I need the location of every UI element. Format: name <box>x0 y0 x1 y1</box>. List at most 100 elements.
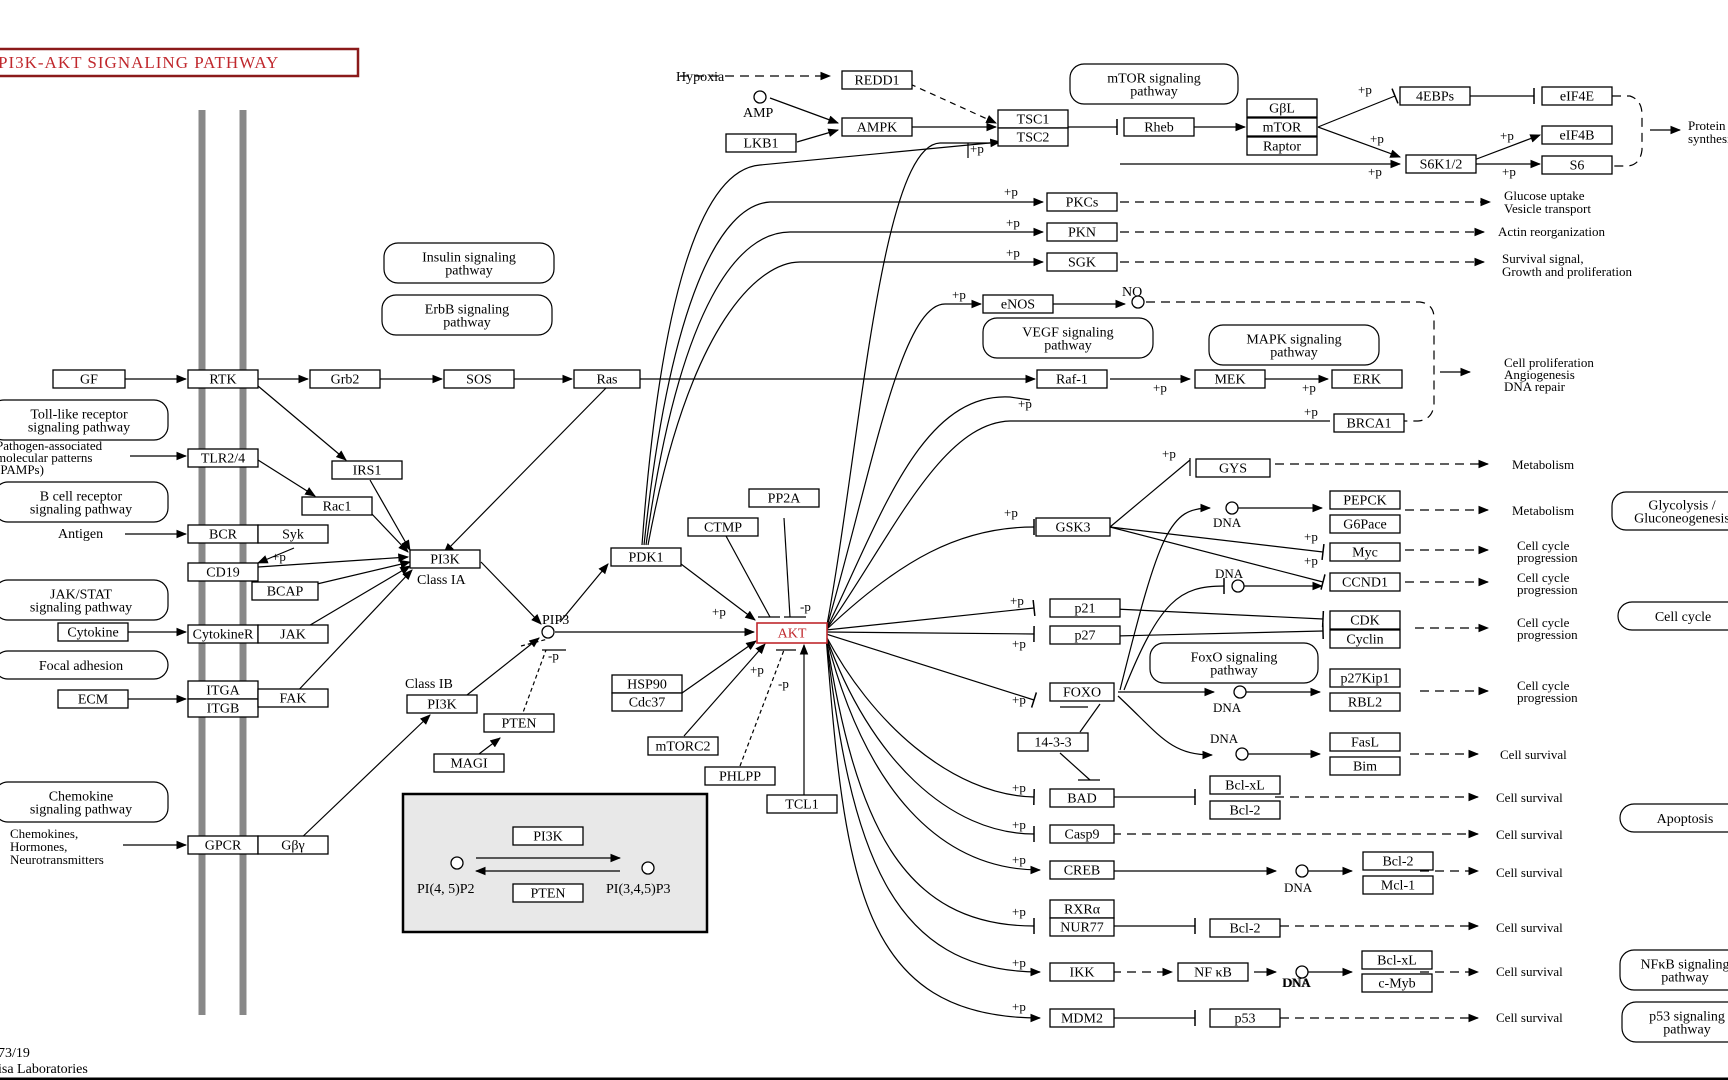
gene-node-fak[interactable]: FAK <box>257 688 329 708</box>
pathway-link-p53[interactable]: p53 signalingpathway <box>1621 1001 1728 1043</box>
gene-node-bad[interactable]: BAD <box>1049 788 1115 808</box>
gene-node-mtor[interactable]: mTOR <box>1246 117 1318 137</box>
gene-node-redd1[interactable]: REDD1 <box>841 70 913 90</box>
gene-node-cytokine[interactable]: Cytokine <box>57 622 129 642</box>
gene-node-mek[interactable]: MEK <box>1194 369 1266 389</box>
gene-node-tlr[interactable]: TLR2/4 <box>187 448 259 468</box>
gene-node-pi3k-ia[interactable]: PI3K <box>409 549 481 569</box>
gene-node-nur77[interactable]: NUR77 <box>1049 917 1115 937</box>
pathway-link-mapk[interactable]: MAPK signalingpathway <box>1208 324 1380 366</box>
gene-node-itga[interactable]: ITGA <box>187 680 259 700</box>
gene-node-pepck[interactable]: PEPCK <box>1329 490 1401 510</box>
gene-node-bcl2-2[interactable]: Bcl-2 <box>1362 851 1434 871</box>
pathway-link-focal[interactable]: Focal adhesion <box>0 650 169 680</box>
gene-node-foxo[interactable]: FOXO <box>1049 682 1115 702</box>
gene-node-s6k[interactable]: S6K1/2 <box>1405 154 1477 174</box>
gene-node-ikk[interactable]: IKK <box>1049 962 1115 982</box>
gene-node-tsc1[interactable]: TSC1 <box>997 109 1069 129</box>
gene-node-p27[interactable]: p27 <box>1049 625 1121 645</box>
gene-node-lkb1[interactable]: LKB1 <box>725 133 797 153</box>
gene-node-box-pi3k[interactable]: PI3K <box>512 826 584 846</box>
gene-node-nfkb[interactable]: NF κB <box>1177 962 1249 982</box>
gene-node-erk[interactable]: ERK <box>1331 369 1403 389</box>
gene-node-myc[interactable]: Myc <box>1329 542 1401 562</box>
pathway-link-cellcycle[interactable]: Cell cycle <box>1617 601 1728 631</box>
gene-node-cytokiner[interactable]: CytokineR <box>187 624 259 644</box>
gene-node-raptor[interactable]: Raptor <box>1246 136 1318 156</box>
gene-node-irs1[interactable]: IRS1 <box>331 460 403 480</box>
gene-node-bcl2-3[interactable]: Bcl-2 <box>1209 918 1281 938</box>
gene-node-ecm[interactable]: ECM <box>57 689 129 709</box>
gene-node-p27kip1[interactable]: p27Kip1 <box>1329 668 1401 688</box>
gene-node-bcl2-1[interactable]: Bcl-2 <box>1209 800 1281 820</box>
gene-node-eif4e[interactable]: eIF4E <box>1541 86 1613 106</box>
gene-node-gys[interactable]: GYS <box>1195 458 1271 478</box>
gene-node-eif4b[interactable]: eIF4B <box>1541 125 1613 145</box>
gene-node-pkcs[interactable]: PKCs <box>1046 192 1118 212</box>
gene-node-cdc37[interactable]: Cdc37 <box>611 692 683 712</box>
gene-node-bim[interactable]: Bim <box>1329 756 1401 776</box>
gene-node-box-pten[interactable]: PTEN <box>512 883 584 903</box>
gene-node-rxra[interactable]: RXRα <box>1049 899 1115 919</box>
gene-node-pkn[interactable]: PKN <box>1046 222 1118 242</box>
gene-node-cyclin[interactable]: Cyclin <box>1329 629 1401 649</box>
gene-node-gf[interactable]: GF <box>52 369 126 389</box>
gene-node-casp9[interactable]: Casp9 <box>1049 824 1115 844</box>
gene-node-brca1[interactable]: BRCA1 <box>1333 413 1405 433</box>
gene-node-rheb[interactable]: Rheb <box>1123 117 1195 137</box>
gene-node-mcl1[interactable]: Mcl-1 <box>1362 875 1434 895</box>
pathway-link-toll[interactable]: Toll-like receptorsignaling pathway <box>0 399 169 441</box>
pathway-link-erbb[interactable]: ErbB signalingpathway <box>381 294 553 336</box>
gene-node-g6pace[interactable]: G6Pace <box>1329 514 1401 534</box>
gene-node-p21[interactable]: p21 <box>1049 598 1121 618</box>
gene-node-rbl2[interactable]: RBL2 <box>1329 692 1401 712</box>
gene-node-jak[interactable]: JAK <box>257 624 329 644</box>
gene-node-pp2a[interactable]: PP2A <box>748 488 820 508</box>
gene-node-bcap[interactable]: BCAP <box>251 581 319 601</box>
pathway-link-insulin[interactable]: Insulin signalingpathway <box>383 242 555 284</box>
gene-node-s6[interactable]: S6 <box>1541 155 1613 175</box>
gene-node-fasl[interactable]: FasL <box>1329 732 1401 752</box>
gene-node-itgb[interactable]: ITGB <box>187 698 259 718</box>
gene-node-tcl1[interactable]: TCL1 <box>766 794 838 814</box>
gene-node-ras[interactable]: Ras <box>573 369 641 389</box>
gene-node-bcr[interactable]: BCR <box>187 524 259 544</box>
gene-node-bclxl-2[interactable]: Bcl-xL <box>1361 950 1433 970</box>
gene-node-creb[interactable]: CREB <box>1049 860 1115 880</box>
gene-node-sgk[interactable]: SGK <box>1046 252 1118 272</box>
gene-node-ctmp[interactable]: CTMP <box>687 517 759 537</box>
gene-node-gby[interactable]: Gβγ <box>257 835 329 855</box>
gene-node-mdm2[interactable]: MDM2 <box>1049 1008 1115 1028</box>
gene-node-rtk[interactable]: RTK <box>187 369 259 389</box>
gene-node-gpcr[interactable]: GPCR <box>187 835 259 855</box>
gene-node-4ebps[interactable]: 4EBPs <box>1399 86 1471 106</box>
gene-node-syk[interactable]: Syk <box>257 524 329 544</box>
pathway-link-mtor[interactable]: mTOR signalingpathway <box>1069 63 1239 105</box>
gene-node-bclxl-1[interactable]: Bcl-xL <box>1209 775 1281 795</box>
pathway-link-vegf[interactable]: VEGF signalingpathway <box>982 317 1154 359</box>
gene-node-tsc2[interactable]: TSC2 <box>997 127 1069 147</box>
gene-node-gsk3[interactable]: GSK3 <box>1035 517 1111 537</box>
gene-node-sos[interactable]: SOS <box>443 369 515 389</box>
gene-node-phlpp[interactable]: PHLPP <box>704 766 776 786</box>
pathway-link-glyco[interactable]: Glycolysis /Gluconeogenesis <box>1611 491 1728 531</box>
gene-node-cdk[interactable]: CDK <box>1329 610 1401 630</box>
gene-node-raf1[interactable]: Raf-1 <box>1036 369 1108 389</box>
gene-node-magi[interactable]: MAGI <box>433 753 505 773</box>
pathway-link-apoptosis[interactable]: Apoptosis <box>1619 803 1728 833</box>
gene-node-cmyb[interactable]: c-Myb <box>1361 973 1433 993</box>
gene-node-ccnd1[interactable]: CCND1 <box>1329 572 1401 592</box>
pathway-link-bcell[interactable]: B cell receptorsignaling pathway <box>0 481 169 523</box>
pathway-link-chemokine[interactable]: Chemokinesignaling pathway <box>0 781 169 823</box>
pathway-link-nfkb[interactable]: NFκB signalingpathway <box>1619 949 1728 991</box>
gene-node-ampk[interactable]: AMPK <box>841 117 913 137</box>
gene-node-p53[interactable]: p53 <box>1209 1008 1281 1028</box>
gene-node-grb2[interactable]: Grb2 <box>309 369 381 389</box>
gene-node-enos[interactable]: eNOS <box>982 294 1054 314</box>
gene-node-pten[interactable]: PTEN <box>483 713 555 733</box>
gene-node-hsp90[interactable]: HSP90 <box>611 674 683 694</box>
gene-node-1433[interactable]: 14-3-3 <box>1017 732 1089 752</box>
pathway-link-foxo[interactable]: FoxO signalingpathway <box>1149 642 1319 684</box>
gene-node-cd19[interactable]: CD19 <box>187 562 259 582</box>
gene-node-akt[interactable]: AKT <box>756 622 828 644</box>
